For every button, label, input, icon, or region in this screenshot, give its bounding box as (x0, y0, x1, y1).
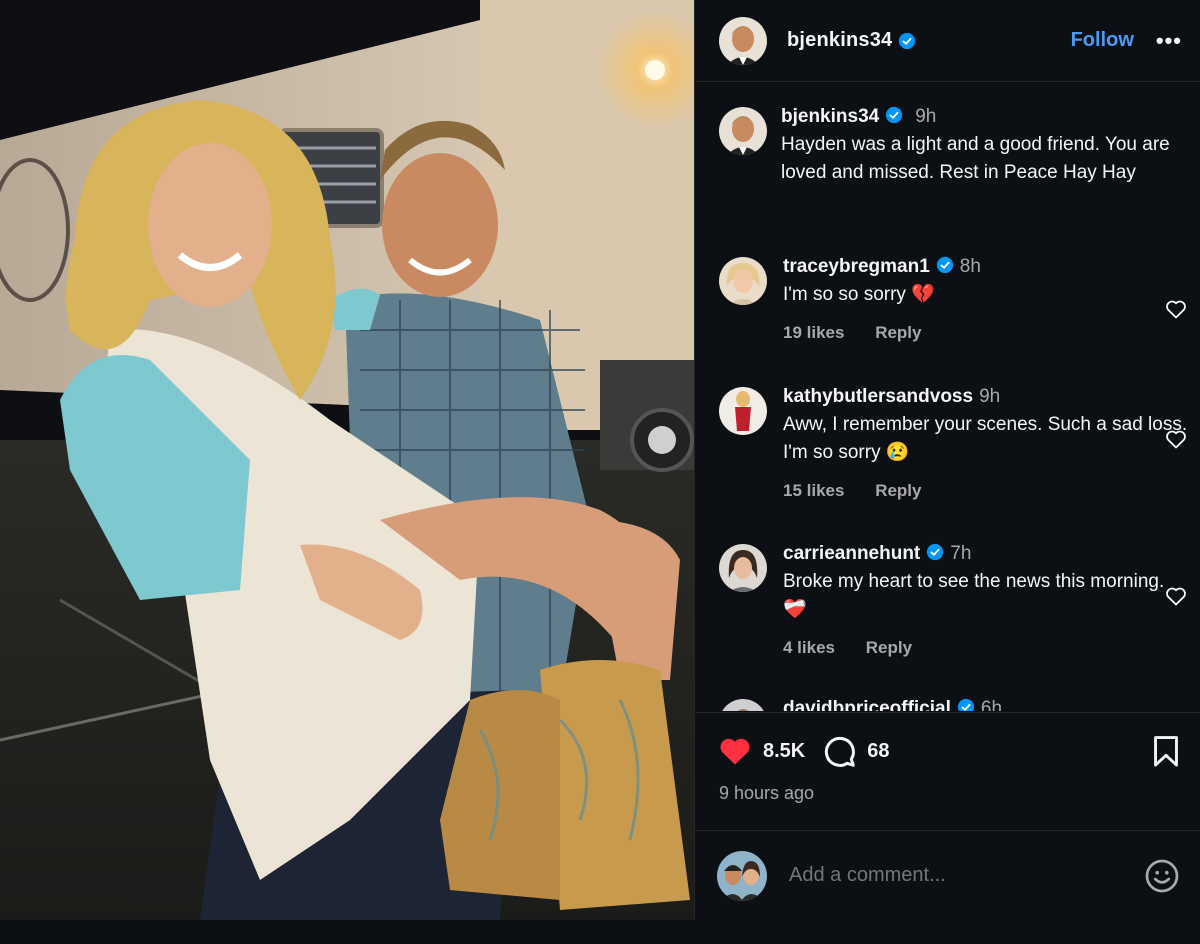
commenter-avatar[interactable] (719, 699, 767, 711)
post-timestamp[interactable]: 9 hours ago (719, 783, 814, 804)
comment-likes[interactable]: 15 likes (783, 481, 844, 500)
author-username[interactable]: bjenkins34 (787, 29, 892, 52)
comment-time: 7h (950, 543, 972, 564)
current-user-avatar[interactable] (717, 850, 767, 901)
add-comment-bar (695, 830, 1200, 920)
post-image (0, 0, 694, 920)
comment-item: davidbpriceofficial 6h (719, 695, 1188, 711)
post-header: bjenkins34 Follow ••• (695, 0, 1200, 82)
heart-icon[interactable] (717, 733, 753, 769)
reply-button[interactable]: Reply (875, 323, 921, 342)
bookmark-icon[interactable] (1150, 735, 1182, 769)
comment-likes[interactable]: 19 likes (783, 323, 844, 342)
post-photo[interactable] (0, 0, 694, 920)
comment-time: 8h (959, 256, 981, 277)
comment-author[interactable]: traceybregman1 (783, 256, 930, 277)
bottom-bar (0, 920, 1200, 944)
post-actions: 8.5K 68 9 hours ago (695, 712, 1200, 830)
comments-list[interactable]: bjenkins34 9h Hayden was a light and a go… (695, 83, 1200, 711)
comment-text: Broke my heart to see the news this morn… (783, 571, 1165, 620)
reply-button[interactable]: Reply (866, 638, 912, 657)
comment-input[interactable] (787, 863, 1144, 888)
verified-icon (899, 32, 916, 49)
author-avatar[interactable] (719, 16, 767, 65)
verified-icon (886, 106, 903, 124)
comment-time: 9h (979, 386, 1001, 407)
comment-author[interactable]: davidbpriceofficial (783, 698, 951, 711)
follow-button[interactable]: Follow (1071, 29, 1134, 52)
verified-icon (957, 698, 974, 711)
verified-icon (936, 256, 953, 274)
heart-icon[interactable] (1164, 584, 1188, 608)
comment-item: carrieannehunt 7h Broke my heart to see t… (719, 540, 1188, 662)
reply-button[interactable]: Reply (875, 481, 921, 500)
comments-count[interactable]: 68 (867, 740, 889, 763)
comment-item: kathybutlersandvoss 9h Aww, I remember yo… (719, 383, 1188, 505)
caption-time: 9h (915, 106, 937, 127)
author-avatar[interactable] (719, 107, 767, 155)
commenter-avatar[interactable] (719, 544, 767, 592)
comment-icon[interactable] (821, 733, 857, 769)
heart-icon[interactable] (1164, 297, 1188, 321)
heart-icon[interactable] (1164, 427, 1188, 451)
commenter-avatar[interactable] (719, 387, 767, 435)
post-modal: bjenkins34 Follow ••• bjenkins34 9h Hayd… (0, 0, 1200, 920)
post-side-panel: bjenkins34 Follow ••• bjenkins34 9h Hayd… (694, 0, 1200, 920)
likes-count[interactable]: 8.5K (763, 740, 805, 763)
caption-text: Hayden was a light and a good friend. Yo… (781, 134, 1170, 183)
comment-author[interactable]: carrieannehunt (783, 543, 920, 564)
comment-author[interactable]: kathybutlersandvoss (783, 386, 973, 407)
comment-text: I'm so so sorry 💔 (783, 284, 935, 305)
caption-author[interactable]: bjenkins34 (781, 106, 879, 127)
comment-text: Aww, I remember your scenes. Such a sad … (783, 414, 1188, 463)
commenter-avatar[interactable] (719, 257, 767, 305)
comment-item: traceybregman1 8h I'm so so sorry 💔 19 li… (719, 253, 1188, 347)
more-icon[interactable]: ••• (1156, 28, 1182, 54)
comment-time: 6h (980, 698, 1003, 711)
verified-icon (927, 543, 944, 561)
post-caption: bjenkins34 9h Hayden was a light and a go… (719, 103, 1188, 187)
comment-likes[interactable]: 4 likes (783, 638, 835, 657)
emoji-icon[interactable] (1144, 858, 1180, 894)
